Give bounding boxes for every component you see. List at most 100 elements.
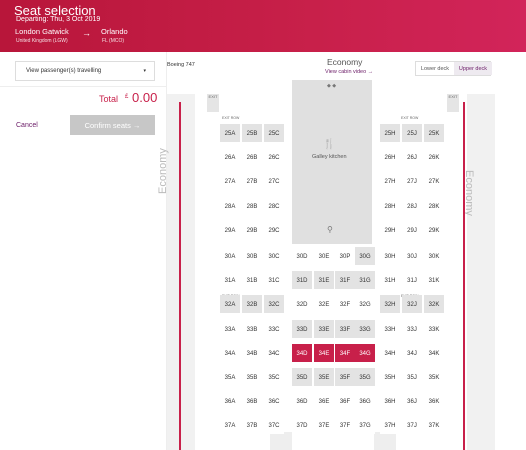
seat-36a[interactable]: 36A bbox=[220, 392, 240, 411]
seat-33c[interactable]: 33C bbox=[264, 319, 284, 338]
seat-30h[interactable]: 30H bbox=[380, 247, 400, 265]
seat-37a[interactable]: 37A bbox=[220, 416, 240, 435]
deck-toggle: Lower deck Upper deck bbox=[415, 61, 492, 76]
seat-37f[interactable]: 37F bbox=[335, 416, 355, 435]
seat-34e[interactable]: 34E bbox=[314, 343, 334, 362]
seat-33e: 33E bbox=[314, 319, 334, 338]
seat-26c[interactable]: 26C bbox=[264, 148, 284, 167]
seat-35j[interactable]: 35J bbox=[402, 368, 422, 386]
passenger-select[interactable]: View passenger(s) travelling ▾ bbox=[15, 61, 155, 81]
lavatory-icon: ⚲ bbox=[327, 225, 333, 234]
seat-26j[interactable]: 26J bbox=[402, 148, 422, 167]
lower-deck-button[interactable]: Lower deck bbox=[416, 62, 454, 75]
seat-28h[interactable]: 28H bbox=[380, 196, 400, 215]
seat-26b[interactable]: 26B bbox=[242, 148, 262, 167]
seat-31j[interactable]: 31J bbox=[402, 271, 422, 290]
seat-36c[interactable]: 36C bbox=[264, 392, 284, 411]
seat-31k[interactable]: 31K bbox=[424, 271, 444, 290]
seat-28b[interactable]: 28B bbox=[242, 196, 262, 215]
seat-36j[interactable]: 36J bbox=[402, 392, 422, 411]
seat-33b[interactable]: 33B bbox=[242, 319, 262, 338]
seat-35b[interactable]: 35B bbox=[242, 368, 262, 386]
seat-28a[interactable]: 28A bbox=[220, 196, 240, 215]
seat-31a[interactable]: 31A bbox=[220, 271, 240, 290]
seat-34f[interactable]: 34F bbox=[335, 343, 355, 362]
seat-35c[interactable]: 35C bbox=[264, 368, 284, 386]
seat-33j[interactable]: 33J bbox=[402, 319, 422, 338]
seat-26a[interactable]: 26A bbox=[220, 148, 240, 167]
seat-31b[interactable]: 31B bbox=[242, 271, 262, 290]
seat-29j[interactable]: 29J bbox=[402, 220, 422, 239]
seat-30e[interactable]: 30E bbox=[314, 247, 334, 265]
seat-32g[interactable]: 32G bbox=[355, 295, 375, 314]
seat-36h[interactable]: 36H bbox=[380, 392, 400, 411]
seat-29a[interactable]: 29A bbox=[220, 220, 240, 239]
seat-30k[interactable]: 30K bbox=[424, 247, 444, 265]
seat-27j[interactable]: 27J bbox=[402, 172, 422, 191]
seat-27a[interactable]: 27A bbox=[220, 172, 240, 191]
seat-37b[interactable]: 37B bbox=[242, 416, 262, 435]
seat-29h[interactable]: 29H bbox=[380, 220, 400, 239]
seat-30c[interactable]: 30C bbox=[264, 247, 284, 265]
seat-37e[interactable]: 37E bbox=[314, 416, 334, 435]
seat-34a[interactable]: 34A bbox=[220, 343, 240, 362]
confirm-seats-button[interactable]: Confirm seats → bbox=[70, 115, 155, 135]
seat-30a[interactable]: 30A bbox=[220, 247, 240, 265]
exit-row-label-right: EXIT ROW bbox=[401, 116, 419, 120]
cabin-title: Economy bbox=[327, 57, 363, 67]
seat-29c[interactable]: 29C bbox=[264, 220, 284, 239]
seat-37j[interactable]: 37J bbox=[402, 416, 422, 435]
cancel-link[interactable]: Cancel bbox=[16, 122, 38, 129]
seat-35f: 35F bbox=[335, 368, 355, 386]
seat-34c[interactable]: 34C bbox=[264, 343, 284, 362]
seat-36e[interactable]: 36E bbox=[314, 392, 334, 411]
seat-34b[interactable]: 34B bbox=[242, 343, 262, 362]
seat-32d[interactable]: 32D bbox=[292, 295, 312, 314]
seat-28c[interactable]: 28C bbox=[264, 196, 284, 215]
seat-36f[interactable]: 36F bbox=[335, 392, 355, 411]
seat-33k[interactable]: 33K bbox=[424, 319, 444, 338]
seat-34g[interactable]: 34G bbox=[355, 343, 375, 362]
seat-30p[interactable]: 30P bbox=[335, 247, 355, 265]
seat-32f[interactable]: 32F bbox=[335, 295, 355, 314]
seat-27c[interactable]: 27C bbox=[264, 172, 284, 191]
seat-30b[interactable]: 30B bbox=[242, 247, 262, 265]
divider bbox=[0, 86, 166, 87]
seat-35a[interactable]: 35A bbox=[220, 368, 240, 386]
seat-34d[interactable]: 34D bbox=[292, 343, 312, 362]
seat-29b[interactable]: 29B bbox=[242, 220, 262, 239]
seat-30d[interactable]: 30D bbox=[292, 247, 312, 265]
seat-26k[interactable]: 26K bbox=[424, 148, 444, 167]
seat-27k[interactable]: 27K bbox=[424, 172, 444, 191]
exit-right: EXIT bbox=[447, 94, 459, 112]
seat-28j[interactable]: 28J bbox=[402, 196, 422, 215]
seat-33a[interactable]: 33A bbox=[220, 319, 240, 338]
seat-29k[interactable]: 29K bbox=[424, 220, 444, 239]
seat-34h[interactable]: 34H bbox=[380, 343, 400, 362]
seat-37g[interactable]: 37G bbox=[355, 416, 375, 435]
cabin-video-link[interactable]: View cabin video → bbox=[325, 69, 373, 75]
seat-27b[interactable]: 27B bbox=[242, 172, 262, 191]
seat-33f: 33F bbox=[335, 319, 355, 338]
seat-34k[interactable]: 34K bbox=[424, 343, 444, 362]
seat-35k[interactable]: 35K bbox=[424, 368, 444, 386]
seat-35h[interactable]: 35H bbox=[380, 368, 400, 386]
seat-36d[interactable]: 36D bbox=[292, 392, 312, 411]
seat-34j[interactable]: 34J bbox=[402, 343, 422, 362]
seat-37h[interactable]: 37H bbox=[380, 416, 400, 435]
seat-36g[interactable]: 36G bbox=[355, 392, 375, 411]
seat-26h[interactable]: 26H bbox=[380, 148, 400, 167]
seat-36k[interactable]: 36K bbox=[424, 392, 444, 411]
seat-36b[interactable]: 36B bbox=[242, 392, 262, 411]
seat-31c[interactable]: 31C bbox=[264, 271, 284, 290]
seat-30j[interactable]: 30J bbox=[402, 247, 422, 265]
seat-37d[interactable]: 37D bbox=[292, 416, 312, 435]
seat-37k[interactable]: 37K bbox=[424, 416, 444, 435]
upper-deck-button[interactable]: Upper deck bbox=[454, 62, 492, 75]
seat-27h[interactable]: 27H bbox=[380, 172, 400, 191]
seat-33h[interactable]: 33H bbox=[380, 319, 400, 338]
seat-37c[interactable]: 37C bbox=[264, 416, 284, 435]
seat-31h[interactable]: 31H bbox=[380, 271, 400, 290]
seat-32e[interactable]: 32E bbox=[314, 295, 334, 314]
seat-28k[interactable]: 28K bbox=[424, 196, 444, 215]
